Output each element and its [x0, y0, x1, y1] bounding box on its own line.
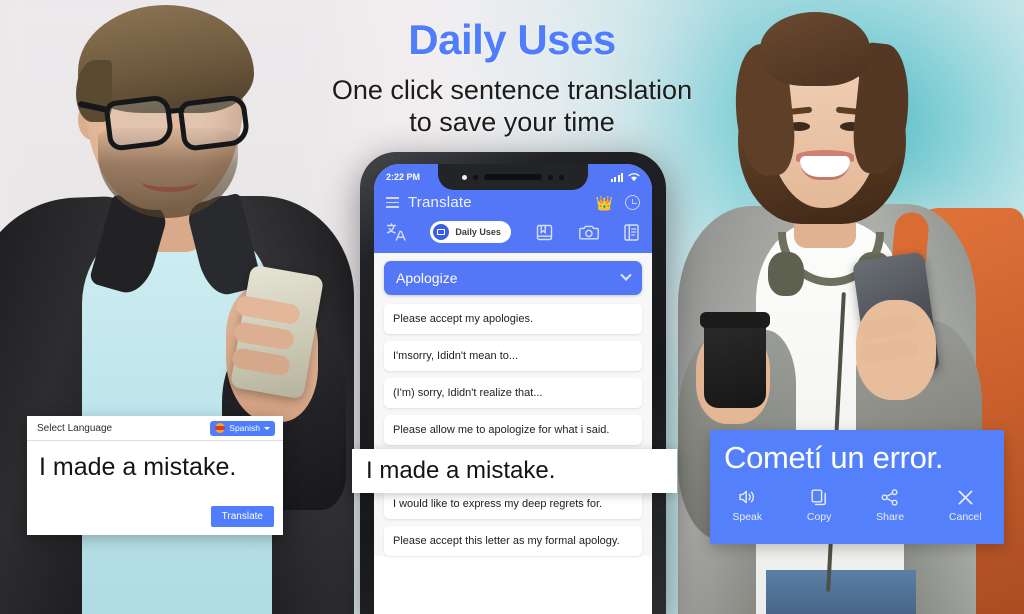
translate-language-icon[interactable] — [386, 222, 406, 242]
category-dropdown[interactable]: Apologize — [384, 261, 642, 295]
wifi-icon — [628, 173, 640, 182]
promo-subtitle-line-1: One click sentence translation — [331, 75, 693, 105]
phrase-list-item-text: Please accept this letter as my formal a… — [393, 535, 620, 547]
book-badge-icon — [433, 224, 450, 240]
status-bar-time: 2:22 PM — [386, 172, 421, 182]
translation-result-panel: Cometí un error. Speak Copy Share Cancel — [710, 430, 1004, 544]
phone-screen: 2:22 PM Translate 👑 Daily Uses Apologize… — [374, 164, 652, 614]
close-icon — [957, 488, 974, 506]
select-language-label: Select Language — [37, 422, 113, 434]
page-title: Daily Uses — [408, 16, 616, 63]
hamburger-menu-icon[interactable] — [386, 197, 399, 208]
phone-mockup: 2:22 PM Translate 👑 Daily Uses Apologize… — [360, 152, 666, 614]
translated-text: Cometí un error. — [724, 440, 944, 475]
cancel-action-label: Cancel — [948, 511, 982, 523]
phrase-list-item[interactable]: I'msorry, Ididn't mean to... — [384, 341, 642, 371]
woman-headphone-earcup-left — [768, 252, 804, 296]
language-selector-label: Spanish — [229, 423, 260, 433]
tab-daily-uses[interactable]: Daily Uses — [430, 221, 511, 243]
phrase-list: Please accept my apologies. I'msorry, Idi… — [384, 304, 642, 556]
share-icon — [881, 488, 899, 506]
share-action-label: Share — [876, 511, 905, 523]
source-sentence-overlay: I made a mistake. — [352, 449, 677, 493]
cancel-action[interactable]: Cancel — [949, 488, 982, 523]
promo-subtitle: One click sentence translation to save y… — [0, 74, 1024, 139]
woman-coffee-cup-lid — [700, 312, 770, 328]
notch-sensor-dot — [473, 174, 478, 180]
app-bar: Translate 👑 — [374, 190, 652, 217]
select-language-footer: Translate — [210, 506, 274, 527]
app-bar-right: 👑 — [596, 195, 640, 210]
flashcard-icon[interactable] — [623, 223, 640, 242]
translation-actions: Speak Copy Share Cancel — [710, 488, 1004, 523]
clock-icon[interactable] — [625, 195, 640, 210]
status-bar-icons — [610, 172, 641, 182]
source-sentence-text: I made a mistake. — [366, 457, 556, 484]
copy-icon — [811, 488, 827, 506]
phrase-list-item[interactable]: Please allow me to apologize for what i … — [384, 415, 642, 445]
phrase-list-item[interactable]: (I'm) sorry, Ididn't realize that... — [384, 378, 642, 408]
speak-action-label: Speak — [732, 511, 763, 523]
bookmark-book-icon[interactable] — [535, 223, 554, 242]
share-action[interactable]: Share — [876, 488, 904, 523]
app-bar-title: Translate — [408, 194, 472, 211]
speak-action[interactable]: Speak — [732, 488, 762, 523]
woman-jeans — [766, 570, 916, 614]
phrase-list-item-text: Please allow me to apologize for what i … — [393, 424, 610, 436]
translate-button[interactable]: Translate — [210, 506, 274, 527]
app-store-promo-screenshot: Daily Uses One click sentence translatio… — [0, 0, 1024, 614]
category-dropdown-label: Apologize — [396, 270, 458, 286]
phrase-list-item-text: Please accept my apologies. — [393, 313, 534, 325]
source-text-value: I made a mistake. — [39, 453, 237, 481]
phrase-list-item-text: (I'm) sorry, Ididn't realize that... — [393, 387, 543, 399]
phone-notch — [438, 164, 588, 190]
phrase-list-item[interactable]: Please accept my apologies. — [384, 304, 642, 334]
phrase-list-item-text: I'msorry, Ididn't mean to... — [393, 350, 519, 362]
notch-camera-dot — [559, 174, 564, 180]
phrase-list-item-text: I would like to express my deep regrets … — [393, 498, 603, 510]
select-language-card: Select Language Spanish I made a mistake… — [27, 416, 283, 535]
source-text-input[interactable]: I made a mistake. — [27, 441, 283, 482]
phrase-list-item[interactable]: I would like to express my deep regrets … — [384, 489, 642, 519]
promo-headline: Daily Uses One click sentence translatio… — [0, 16, 1024, 139]
spain-flag-icon — [215, 423, 226, 433]
select-language-header: Select Language Spanish — [27, 416, 283, 441]
crown-icon[interactable]: 👑 — [596, 196, 613, 210]
tab-daily-uses-label: Daily Uses — [455, 227, 501, 237]
speaker-icon — [738, 488, 756, 506]
copy-action-label: Copy — [806, 511, 832, 523]
app-toolbar: Daily Uses — [374, 217, 652, 253]
man-smile — [142, 172, 198, 192]
notch-earpiece-speaker — [484, 174, 542, 180]
notch-sensor-dot — [548, 174, 553, 180]
phrase-list-item[interactable]: Please accept this letter as my formal a… — [384, 526, 642, 556]
language-selector-badge[interactable]: Spanish — [210, 420, 275, 436]
woman-coffee-cup — [704, 318, 766, 408]
chevron-down-icon — [620, 269, 632, 281]
phrase-list-area: Apologize Please accept my apologies. I'm… — [374, 253, 652, 556]
notch-sensor-dot — [462, 174, 467, 180]
caret-down-icon — [264, 426, 270, 430]
camera-icon[interactable] — [578, 223, 599, 242]
app-bar-left: Translate — [386, 194, 472, 211]
copy-action[interactable]: Copy — [806, 488, 832, 523]
cellular-signal-icon — [610, 172, 623, 182]
promo-subtitle-line-2: to save your time — [409, 107, 615, 138]
